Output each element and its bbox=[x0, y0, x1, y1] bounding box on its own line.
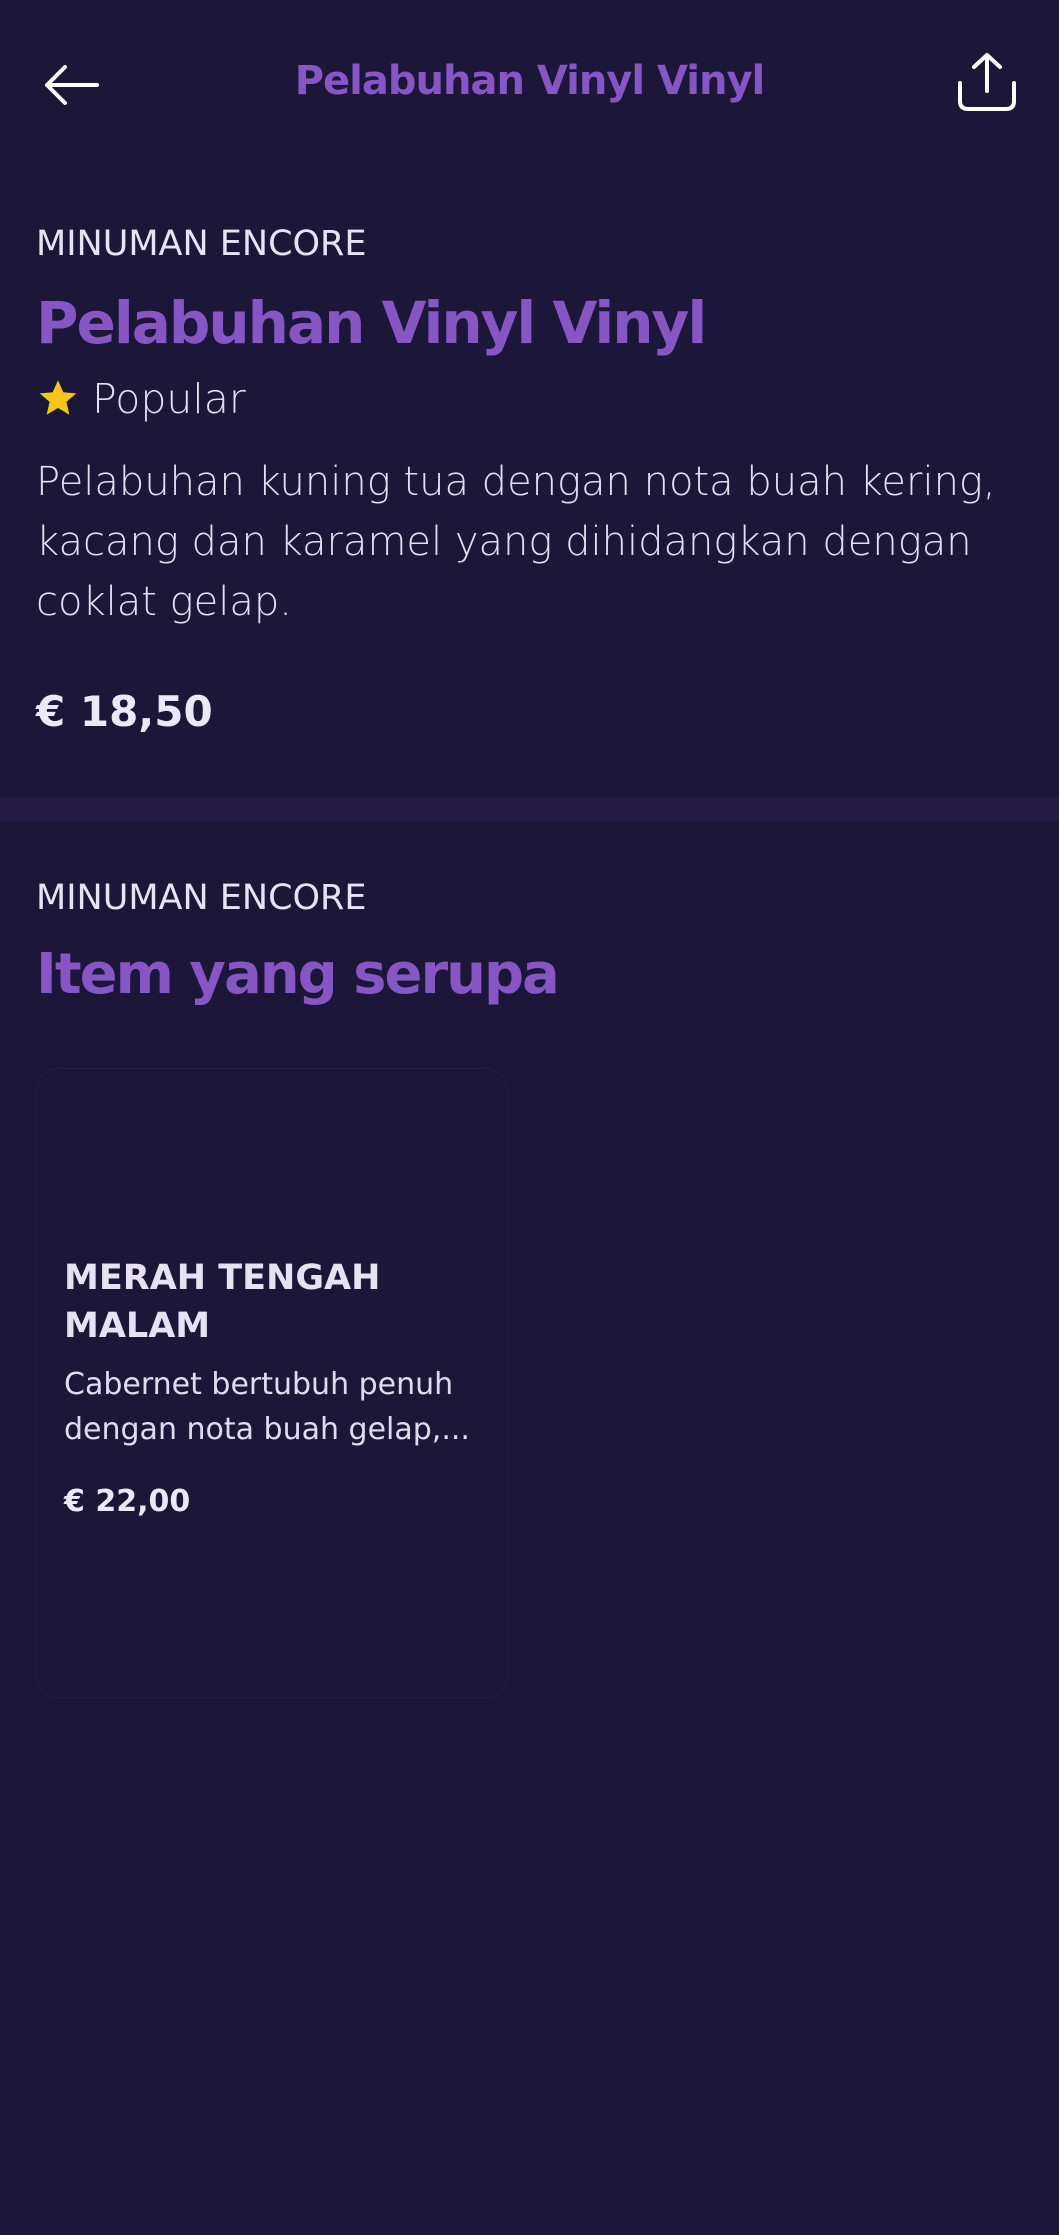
similar-category: MINUMAN ENCORE bbox=[36, 878, 367, 918]
back-button[interactable] bbox=[36, 50, 106, 120]
similar-title: Item yang serupa bbox=[36, 942, 560, 1007]
top-bar: Pelabuhan Vinyl Vinyl bbox=[0, 0, 1059, 170]
product-name: Pelabuhan Vinyl Vinyl bbox=[36, 289, 707, 357]
popular-badge: Popular bbox=[36, 374, 1026, 424]
badge-label: Popular bbox=[92, 375, 246, 423]
product-description: Pelabuhan kuning tua dengan nota buah ke… bbox=[36, 459, 996, 625]
share-button[interactable] bbox=[951, 46, 1023, 118]
card-name: MERAH TENGAH MALAM bbox=[64, 1258, 381, 1346]
arrow-left-icon bbox=[45, 65, 99, 105]
product-price: € 18,50 bbox=[36, 687, 213, 736]
section-divider bbox=[0, 797, 1059, 821]
product-category: MINUMAN ENCORE bbox=[36, 224, 367, 264]
similar-items-section: MINUMAN ENCORE Item yang serupa bbox=[36, 876, 1026, 1010]
similar-item-card[interactable]: MERAH TENGAH MALAM Cabernet bertubuh pen… bbox=[36, 1068, 508, 1698]
header-title: Pelabuhan Vinyl Vinyl bbox=[294, 58, 766, 104]
card-description: Cabernet bertubuh penuh dengan nota buah… bbox=[64, 1367, 470, 1447]
card-body: MERAH TENGAH MALAM Cabernet bertubuh pen… bbox=[64, 1254, 484, 1522]
star-icon bbox=[39, 380, 77, 415]
product-details: MINUMAN ENCORE Pelabuhan Vinyl Vinyl Pop… bbox=[36, 222, 1026, 738]
card-price: € 22,00 bbox=[64, 1484, 191, 1519]
share-icon bbox=[958, 53, 1016, 111]
